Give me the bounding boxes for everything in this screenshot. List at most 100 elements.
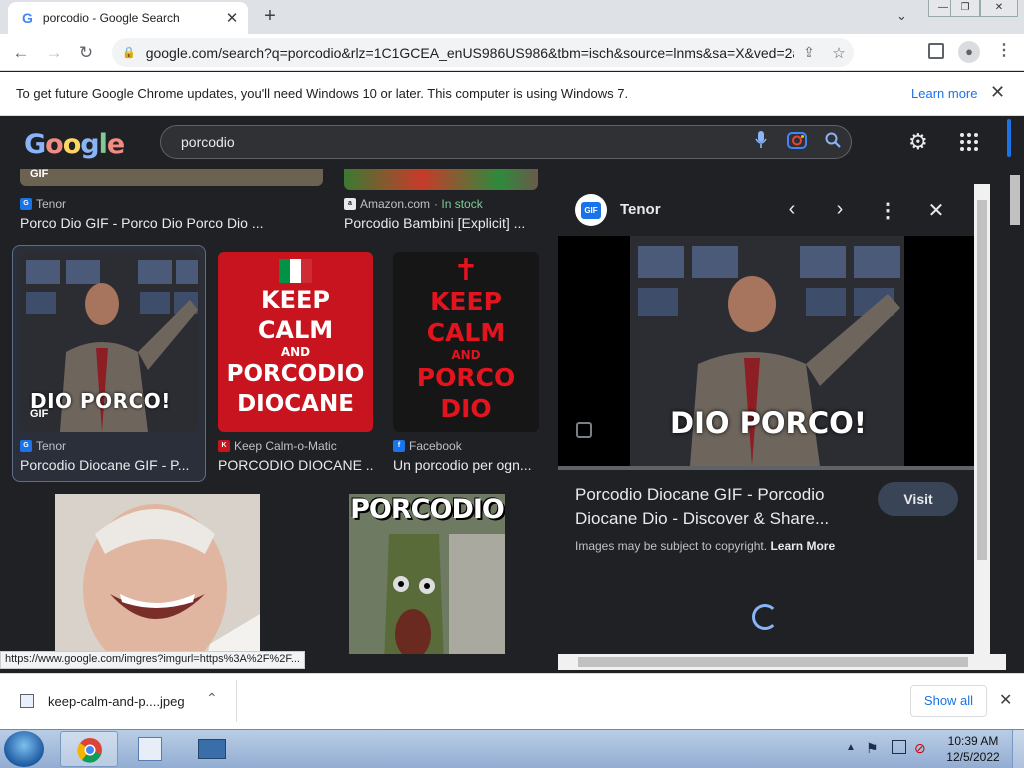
reload-icon[interactable]: ↻ [75,43,97,63]
preview-source-name[interactable]: Tenor [620,201,661,218]
more-options-icon[interactable]: ⋮ [876,198,900,223]
voice-search-icon[interactable] [743,130,779,154]
google-favicon-icon: G [22,10,33,26]
infobar-learn-more-link[interactable]: Learn more [911,86,977,101]
panel-scrollbar[interactable] [974,184,990,654]
browser-tab[interactable]: G porcodio - Google Search ✕ [8,2,248,34]
scroll-accent [1007,119,1011,157]
browser-toolbar: ← → ↻ 🔒 google.com/search?q=porcodio&rlz… [0,34,1024,71]
settings-gear-icon[interactable]: ⚙ [908,129,928,155]
search-box[interactable]: porcodio [160,125,852,159]
page-scrollbar-thumb[interactable] [1010,175,1020,225]
result-thumb-porcodio-tree[interactable]: PORCODIO [349,494,505,654]
result-source: G Tenor [20,439,66,453]
show-desktop-button[interactable] [1012,730,1024,768]
infobar-close-icon[interactable]: ✕ [990,82,1005,103]
close-tab-icon[interactable]: ✕ [224,9,240,27]
result-thumb-porco-dio-gif[interactable]: GIF [20,169,323,186]
download-bar: keep-calm-and-p....jpeg ⌃ Show all ✕ [0,673,1024,729]
panel-scrollbar-thumb[interactable] [977,200,987,560]
taskbar-keyboard-icon[interactable] [198,739,226,759]
result-thumb-keep-calm-porco-dio[interactable]: ✝ KEEP CALM AND PORCO DIO [393,252,539,432]
back-icon[interactable]: ← [10,43,32,63]
show-hidden-icons-icon[interactable]: ▲ [846,742,856,753]
keep-calm-icon: K [218,440,230,452]
address-bar[interactable]: 🔒 google.com/search?q=porcodio&rlz=1C1GC… [112,38,854,67]
result-source: G Tenor [20,197,66,211]
horizontal-scrollbar-thumb[interactable] [578,657,968,667]
page-scrollbar[interactable] [1006,117,1024,654]
menu-kebab-icon[interactable]: ⋮ [996,40,1012,60]
start-button-icon[interactable] [4,731,44,767]
loading-spinner-icon [752,604,778,630]
close-preview-icon[interactable]: ✕ [924,198,948,223]
image-results-grid: GIF G Tenor Porco Dio GIF - Porco Dio Po… [0,169,556,654]
tenor-gif-badge-icon: GIF [575,194,607,226]
result-thumb-keep-calm-porcodio-diocane[interactable]: KEEP CALM AND PORCODIO DIOCANE [218,252,373,432]
porcodio-meme-text: PORCODIO [350,494,505,525]
preview-image[interactable]: DIO PORCO! [558,236,974,469]
volume-muted-icon[interactable]: ⊘ [914,740,926,757]
share-icon[interactable]: ⇪ [794,44,824,61]
result-source: a Amazon.com · In stock [344,197,483,211]
cross-icon: ✝ [453,253,479,288]
tab-search-chevron-icon[interactable]: ⌄ [896,8,907,24]
clock-date[interactable]: 12/5/2022 [946,750,1000,764]
bookmark-star-icon[interactable]: ☆ [824,44,854,62]
italy-flag-icon [278,259,313,283]
result-thumb-porcodio-bambini[interactable] [344,169,538,190]
result-caption[interactable]: PORCODIO DIOCANE ... [218,457,373,473]
search-input[interactable]: porcodio [181,134,743,150]
download-options-chevron-icon[interactable]: ⌃ [206,690,218,707]
lock-icon: 🔒 [122,47,136,59]
horizontal-scrollbar[interactable] [558,654,1006,670]
update-infobar: To get future Google Chrome updates, you… [0,72,1024,116]
result-thumb-dio-porco-gif[interactable]: DIO PORCO! GIF [20,252,199,432]
side-panel-icon[interactable] [928,43,944,59]
result-thumb-pope-laughing[interactable] [55,494,260,654]
lens-icon[interactable] [779,131,815,154]
title-bar: G porcodio - Google Search ✕ + ⌄ — ❐ ✕ [0,0,1024,34]
amazon-icon: a [344,198,356,210]
network-icon[interactable] [892,740,906,754]
visit-button[interactable]: Visit [878,482,958,516]
dio-porco-overlay-text: DIO PORCO! [670,406,868,440]
result-caption[interactable]: Porco Dio GIF - Porco Dio Porco Dio ... [20,215,320,231]
copyright-notice: Images may be subject to copyright. Lear… [575,539,836,553]
tenor-icon: G [20,198,32,210]
result-caption[interactable]: Porcodio Diocane GIF - P... [20,457,198,473]
restore-icon[interactable]: ❐ [950,0,980,17]
taskbar-notepad-icon[interactable] [138,737,162,761]
action-center-flag-icon[interactable]: ⚑ [866,740,879,757]
infobar-message: To get future Google Chrome updates, you… [16,86,629,101]
next-result-icon[interactable]: › [828,198,852,221]
new-tab-icon[interactable]: + [259,5,281,28]
download-filename[interactable]: keep-calm-and-p....jpeg [48,694,185,709]
tab-title: porcodio - Google Search [42,11,180,25]
copyright-learn-more-link[interactable]: Learn More [770,539,835,553]
tenor-icon: G [20,440,32,452]
result-caption[interactable]: Porcodio Bambini [Explicit] ... [344,215,534,231]
apps-grid-icon[interactable] [960,133,978,154]
url-text[interactable]: google.com/search?q=porcodio&rlz=1C1GCEA… [146,45,794,61]
gif-badge: GIF [30,408,49,420]
show-all-button[interactable]: Show all [910,685,987,717]
close-window-icon[interactable]: ✕ [980,0,1018,17]
dio-porco-overlay-text: DIO PORCO! [30,389,171,413]
search-icon[interactable] [815,132,851,153]
clock-time[interactable]: 10:39 AM [946,734,1000,748]
preview-title-link[interactable]: Porcodio Diocane GIF - Porcodio Diocane … [575,483,865,531]
result-caption[interactable]: Un porcodio per ogn... [393,457,539,473]
google-header: Google porcodio ⚙ [0,117,1024,169]
jpeg-file-icon [20,694,34,708]
previous-result-icon[interactable]: ‹ [780,198,804,221]
google-logo[interactable]: Google [24,129,125,160]
close-download-bar-icon[interactable]: ✕ [999,690,1012,710]
profile-avatar-icon[interactable]: ● [958,41,980,63]
facebook-icon: f [393,440,405,452]
taskbar-chrome-button[interactable] [60,731,118,767]
forward-icon[interactable]: → [43,43,65,63]
result-source: K Keep Calm-o-Matic [218,439,337,453]
image-preview-panel: GIF Tenor ‹ › ⋮ ✕ DIO PORCO! Porcodio Di… [558,184,974,654]
lens-search-icon[interactable] [576,422,592,438]
